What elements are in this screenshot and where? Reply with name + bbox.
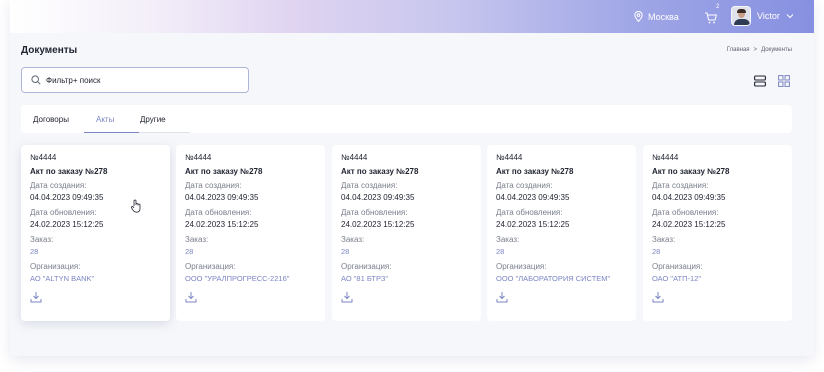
list-view-icon	[754, 75, 766, 87]
grid-view-icon	[778, 75, 790, 87]
tab-acts[interactable]: Акты	[96, 105, 114, 133]
org-link[interactable]: ООО "УРАЛПРОГРЕСС-2216"	[185, 274, 325, 289]
active-tab-indicator	[84, 132, 139, 133]
updated-label: Дата обновления:	[341, 208, 408, 217]
tab-contracts[interactable]: Договоры	[33, 105, 69, 133]
location-pin-icon	[634, 11, 643, 22]
card-title: Акт по заказу №278	[30, 167, 108, 176]
card-number: №4444	[652, 153, 679, 162]
cart-icon	[705, 12, 718, 24]
card-title: Акт по заказу №278	[185, 167, 263, 176]
org-label: Организация:	[652, 262, 703, 271]
card-title: Акт по заказу №278	[496, 167, 574, 176]
user-name: Victor	[757, 11, 780, 21]
breadcrumb-home[interactable]: Главная	[727, 47, 750, 53]
org-link[interactable]: АО "ALTYN BANK"	[30, 274, 170, 289]
grid-view-button[interactable]	[778, 74, 790, 87]
order-link[interactable]: 28	[652, 247, 792, 262]
breadcrumb-current: Документы	[761, 47, 792, 53]
breadcrumb: Главная > Документы	[727, 47, 792, 53]
card-title: Акт по заказу №278	[341, 167, 419, 176]
order-label: Заказ:	[496, 235, 520, 244]
created-label: Дата создания:	[652, 181, 709, 190]
org-link[interactable]: ООО "ЛАБОРАТОРИЯ СИСТЕМ"	[496, 274, 636, 289]
download-icon[interactable]	[496, 291, 508, 303]
search-input[interactable]	[46, 75, 236, 85]
download-icon[interactable]	[652, 291, 664, 303]
hand-cursor-icon	[130, 199, 141, 213]
updated-value: 24.02.2023 15:12:25	[496, 220, 570, 229]
card-number: №4444	[496, 153, 523, 162]
document-card[interactable]: №4444 Акт по заказу №278 Дата создания: …	[643, 145, 792, 321]
breadcrumb-separator: >	[753, 47, 758, 53]
city-label: Москва	[648, 11, 679, 22]
updated-value: 24.02.2023 15:12:25	[652, 220, 726, 229]
org-link[interactable]: АО "81 БТРЗ"	[341, 274, 481, 289]
updated-label: Дата обновления:	[496, 208, 563, 217]
created-value: 04.04.2023 09:49:35	[341, 193, 415, 202]
tabs-bar: Договоры Акты Другие	[21, 105, 792, 133]
app-window: Москва 2 Victor Документы Главная > Доку…	[10, 0, 814, 356]
order-link[interactable]: 28	[341, 247, 481, 262]
cart-badge: 2	[716, 4, 720, 10]
updated-label: Дата обновления:	[30, 208, 97, 217]
document-card[interactable]: №4444 Акт по заказу №278 Дата создания: …	[332, 145, 481, 321]
order-link[interactable]: 28	[185, 247, 325, 262]
city-selector[interactable]: Москва	[634, 11, 679, 22]
created-label: Дата создания:	[185, 181, 242, 190]
org-label: Организация:	[30, 262, 81, 271]
created-label: Дата создания:	[341, 181, 398, 190]
order-label: Заказ:	[30, 235, 54, 244]
card-number: №4444	[185, 153, 212, 162]
card-title: Акт по заказу №278	[652, 167, 730, 176]
cart-button[interactable]: 2	[704, 4, 720, 25]
download-icon[interactable]	[341, 291, 353, 303]
card-number: №4444	[30, 153, 57, 162]
download-icon[interactable]	[30, 291, 42, 303]
chevron-down-icon	[786, 14, 794, 19]
page-title: Документы	[21, 45, 78, 56]
search-box[interactable]	[21, 67, 249, 93]
list-view-button[interactable]	[754, 74, 766, 87]
document-card[interactable]: №4444 Акт по заказу №278 Дата создания: …	[21, 145, 170, 321]
created-label: Дата создания:	[30, 181, 87, 190]
avatar	[731, 6, 751, 26]
order-label: Заказ:	[652, 235, 676, 244]
order-link[interactable]: 28	[496, 247, 636, 262]
org-label: Организация:	[185, 262, 236, 271]
order-label: Заказ:	[341, 235, 365, 244]
user-menu[interactable]: Victor	[731, 6, 794, 26]
document-card[interactable]: №4444 Акт по заказу №278 Дата создания: …	[176, 145, 325, 321]
updated-label: Дата обновления:	[652, 208, 719, 217]
created-value: 04.04.2023 09:49:35	[185, 193, 259, 202]
order-link[interactable]: 28	[30, 247, 170, 262]
tab-other[interactable]: Другие	[140, 105, 166, 133]
created-value: 04.04.2023 09:49:35	[652, 193, 726, 202]
document-card[interactable]: №4444 Акт по заказу №278 Дата создания: …	[487, 145, 636, 321]
updated-value: 24.02.2023 15:12:25	[341, 220, 415, 229]
org-label: Организация:	[341, 262, 392, 271]
order-label: Заказ:	[185, 235, 209, 244]
updated-label: Дата обновления:	[185, 208, 252, 217]
card-number: №4444	[341, 153, 368, 162]
top-bar: Москва 2 Victor	[10, 0, 814, 33]
download-icon[interactable]	[185, 291, 197, 303]
org-label: Организация:	[496, 262, 547, 271]
updated-value: 24.02.2023 15:12:25	[30, 220, 104, 229]
created-value: 04.04.2023 09:49:35	[30, 193, 104, 202]
updated-value: 24.02.2023 15:12:25	[185, 220, 259, 229]
search-icon	[31, 75, 41, 85]
org-link[interactable]: ОАО "АТП-12"	[652, 274, 792, 289]
created-label: Дата создания:	[496, 181, 553, 190]
created-value: 04.04.2023 09:49:35	[496, 193, 570, 202]
